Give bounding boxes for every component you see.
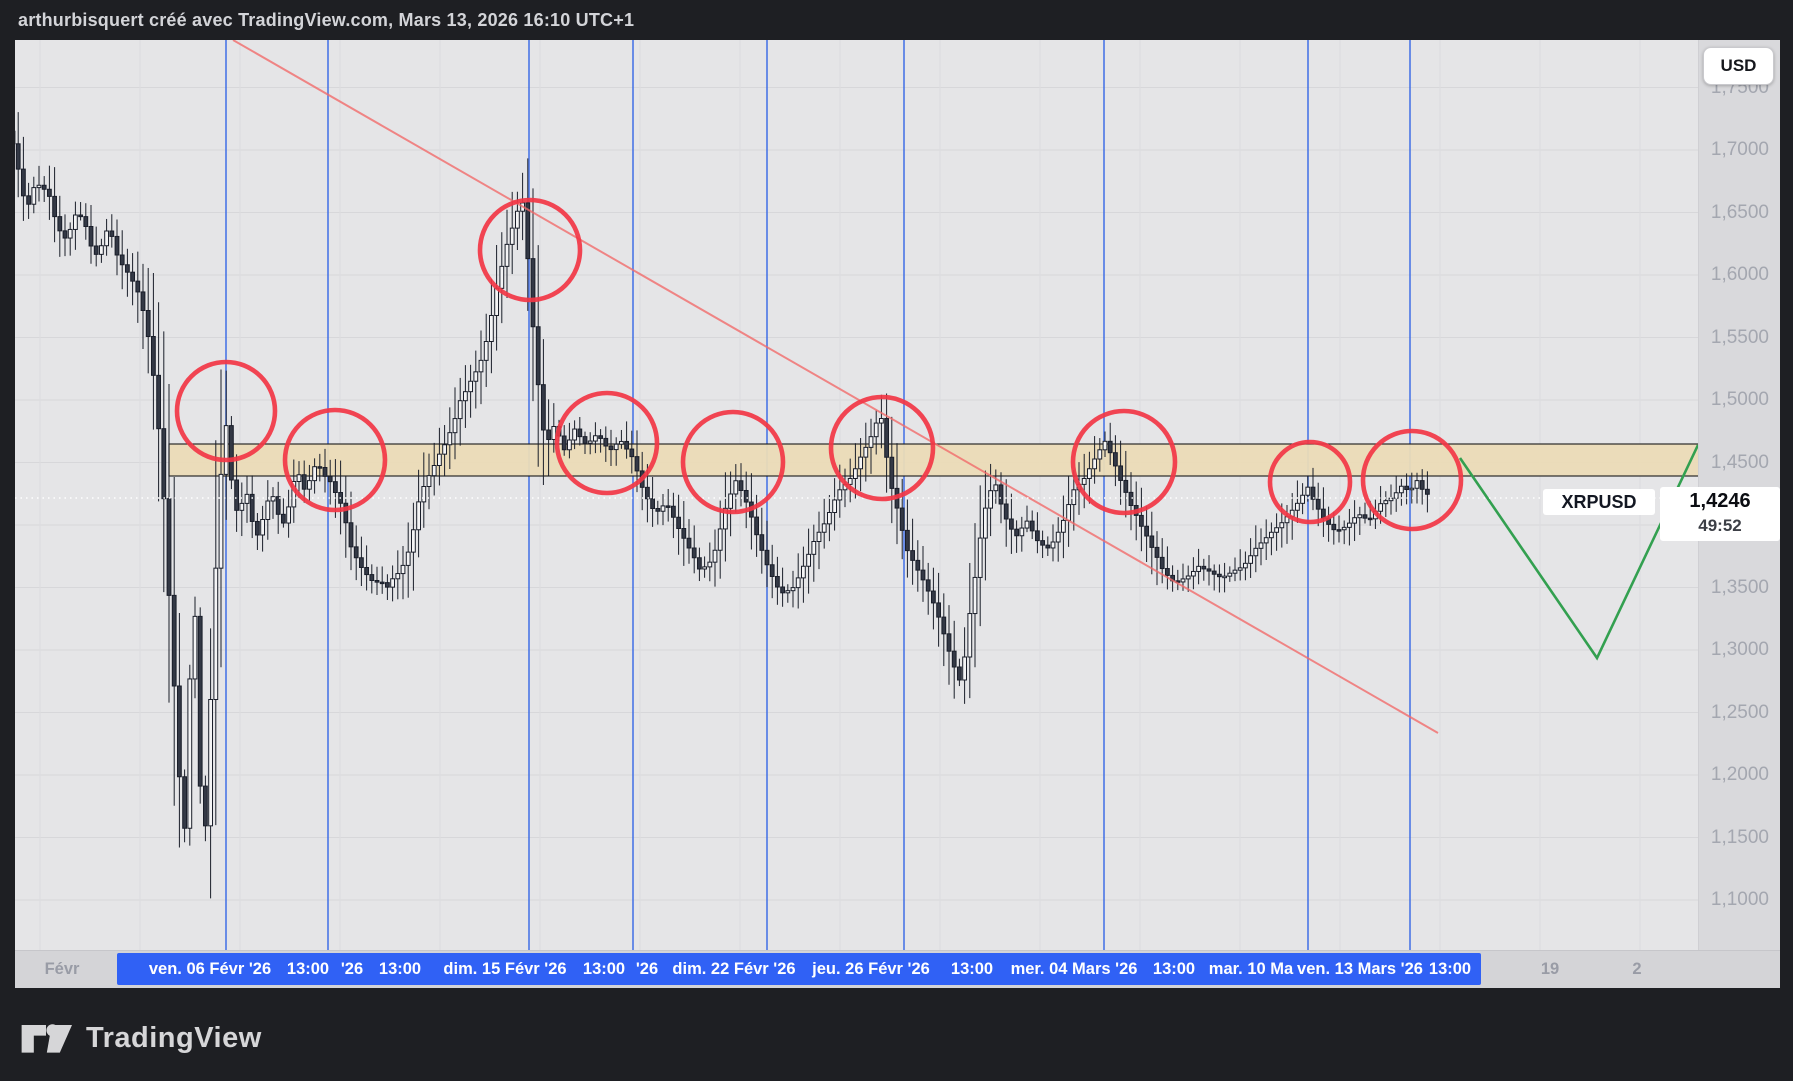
price-axis-label: 1,7000 [1711, 139, 1769, 161]
time-axis[interactable]: ven. 06 Févr '26 13:00 '26 13:00 dim. 15 Fév… [15, 950, 1780, 988]
time-axis-label: ven. 06 Févr '26 [149, 953, 271, 985]
price-axis-label: 1,5000 [1711, 389, 1769, 411]
descending-trendline[interactable] [233, 40, 1438, 733]
time-axis-label: '26 [341, 953, 363, 985]
price-axis-label: 1,1500 [1711, 827, 1769, 849]
highlight-circles [177, 200, 1461, 529]
main-chart[interactable] [15, 40, 1698, 950]
time-axis-label: 13:00 [287, 953, 329, 985]
price-projection-line[interactable] [1460, 445, 1698, 658]
time-axis-label: dim. 15 Févr '26 [443, 953, 566, 985]
candles-layer [15, 112, 1429, 898]
bar-countdown: 49:52 [1660, 515, 1780, 537]
time-axis-label: dim. 22 Févr '26 [672, 953, 795, 985]
time-axis-label: 13:00 [379, 953, 421, 985]
time-axis-label: 13:00 [1429, 953, 1471, 985]
time-axis-label: 19 [1541, 951, 1559, 987]
tradingview-snapshot: arthurbisquert créé avec TradingView.com… [0, 0, 1793, 1081]
blue-gridlines [226, 40, 1410, 950]
time-axis-label: jeu. 26 Févr '26 [812, 953, 930, 985]
last-price-axis-label: 1,4246 49:52 [1660, 487, 1780, 541]
time-axis-label: 13:00 [583, 953, 625, 985]
attribution-bar: arthurbisquert créé avec TradingView.com… [0, 0, 1793, 40]
price-axis-label: 1,6500 [1711, 202, 1769, 224]
time-axis-label: ven. 13 Mars '26 [1297, 953, 1423, 985]
time-axis-label: mar. 10 Ma [1209, 953, 1293, 985]
last-price-value: 1,4246 [1660, 487, 1780, 515]
currency-toggle-button[interactable]: USD [1703, 47, 1774, 85]
time-axis-label: 13:00 [1153, 953, 1195, 985]
tradingview-logo-text: TradingView [86, 1022, 262, 1055]
attribution-text: arthurbisquert créé avec TradingView.com… [18, 10, 634, 30]
symbol-price-label: XRPUSD [1543, 489, 1655, 515]
tradingview-logo-icon [20, 1018, 72, 1058]
time-axis-label: '26 [636, 953, 658, 985]
time-axis-selection-highlight[interactable]: ven. 06 Févr '26 13:00 '26 13:00 dim. 15 Fév… [117, 953, 1481, 985]
price-axis-label: 1,2000 [1711, 764, 1769, 786]
price-axis-label: 1,5500 [1711, 327, 1769, 349]
time-axis-label: mer. 04 Mars '26 [1011, 953, 1138, 985]
time-axis-label: 2 [1632, 951, 1641, 987]
price-axis-label: 1,6000 [1711, 264, 1769, 286]
tradingview-watermark: TradingView [20, 1008, 262, 1068]
price-axis-label: 1,3500 [1711, 577, 1769, 599]
price-axis-label: 1,3000 [1711, 639, 1769, 661]
time-axis-label: 13:00 [951, 953, 993, 985]
price-axis-label: 1,2500 [1711, 702, 1769, 724]
price-axis-label: 1,4500 [1711, 452, 1769, 474]
time-axis-label-month: Févr [45, 951, 80, 987]
chart-container[interactable]: 1,75001,70001,65001,60001,55001,50001,45… [15, 40, 1780, 988]
price-axis-label: 1,1000 [1711, 889, 1769, 911]
